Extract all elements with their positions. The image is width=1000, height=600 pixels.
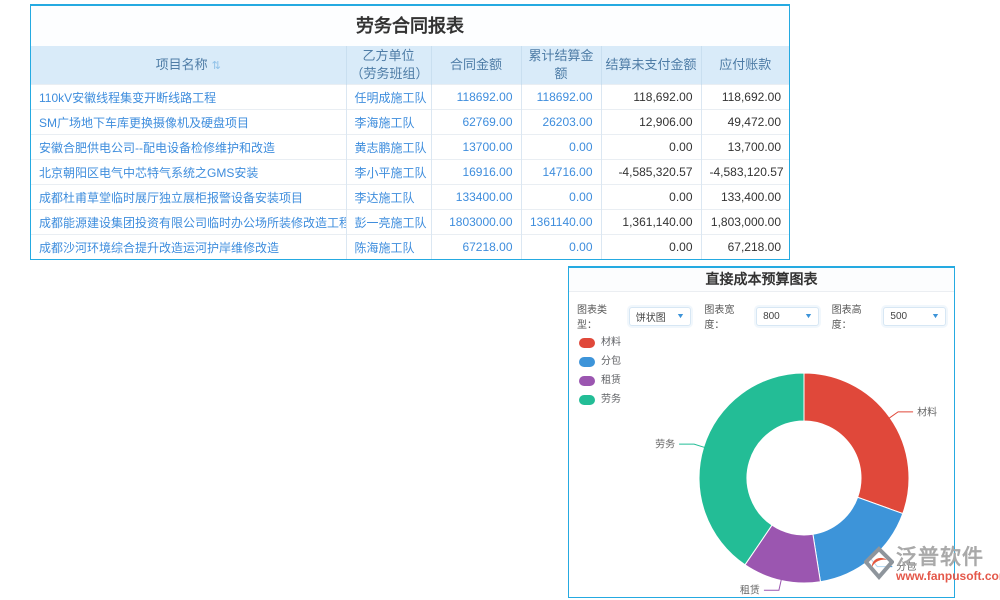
cell-settled: 0.00 (521, 235, 601, 260)
cell-unpaid: 0.00 (601, 185, 701, 210)
table-row: 北京朝阳区电气中芯特气系统之GMS安装李小平施工队16916.0014716.0… (31, 160, 789, 185)
pie-label-rental: 租赁 (740, 584, 760, 596)
cell-project[interactable]: 110kV安徽线程集变开断线路工程 (31, 85, 346, 110)
cell-settled: 0.00 (521, 135, 601, 160)
cell-unpaid: 1,361,140.00 (601, 210, 701, 235)
sort-icon[interactable]: ⇅ (212, 60, 221, 72)
cell-payable: 49,472.00 (701, 110, 789, 135)
legend-item-material[interactable]: 材料 (579, 338, 621, 348)
cell-unpaid: 118,692.00 (601, 85, 701, 110)
table-row: SM广场地下车库更换摄像机及硬盘项目李海施工队62769.0026203.001… (31, 110, 789, 135)
cell-unpaid: 0.00 (601, 235, 701, 260)
cell-settled: 118692.00 (521, 85, 601, 110)
report-header-row: 项目名称 ⇅ 乙方单位（劳务班组） 合同金额 累计结算金额 结算未支付金额 应付账… (31, 46, 789, 85)
cell-unit[interactable]: 李达施工队 (346, 185, 431, 210)
labor-contract-report-panel: 劳务合同报表 项目名称 ⇅ 乙方单位（劳务班组） 合同金额 累计结算金额 结算未支… (30, 4, 790, 260)
table-row: 成都能源建设集团投资有限公司临时办公场所装修改造工程EPC彭一亮施工队18030… (31, 210, 789, 235)
legend-label: 分包 (601, 357, 621, 367)
column-header-project-label: 项目名称 (156, 57, 208, 72)
column-header-project[interactable]: 项目名称 ⇅ (31, 46, 346, 85)
report-table: 项目名称 ⇅ 乙方单位（劳务班组） 合同金额 累计结算金额 结算未支付金额 应付账… (31, 46, 789, 259)
cell-project[interactable]: SM广场地下车库更换摄像机及硬盘项目 (31, 110, 346, 135)
cell-settled: 1361140.00 (521, 210, 601, 235)
cell-contract: 133400.00 (431, 185, 521, 210)
table-row: 安徽合肥供电公司--配电设备检修维护和改造黄志鹏施工队13700.000.000… (31, 135, 789, 160)
cell-contract: 62769.00 (431, 110, 521, 135)
cell-payable: 133,400.00 (701, 185, 789, 210)
watermark-url: www.fanpusoft.com (896, 570, 1000, 582)
table-row: 成都沙河环境综合提升改造运河护岸维修改造陈海施工队67218.000.000.0… (31, 235, 789, 260)
cell-payable: 118,692.00 (701, 85, 789, 110)
cell-unpaid: 0.00 (601, 135, 701, 160)
cell-settled: 14716.00 (521, 160, 601, 185)
table-row: 110kV安徽线程集变开断线路工程任明成施工队118692.00118692.0… (31, 85, 789, 110)
cell-contract: 16916.00 (431, 160, 521, 185)
cell-project[interactable]: 北京朝阳区电气中芯特气系统之GMS安装 (31, 160, 346, 185)
column-header-contract-amount: 合同金额 (431, 46, 521, 85)
fanpu-logo-icon (864, 546, 894, 587)
cell-unit[interactable]: 任明成施工队 (346, 85, 431, 110)
cell-project[interactable]: 安徽合肥供电公司--配电设备检修维护和改造 (31, 135, 346, 160)
legend-chip (579, 357, 595, 367)
cell-unit[interactable]: 陈海施工队 (346, 235, 431, 260)
cell-settled: 26203.00 (521, 110, 601, 135)
cell-payable: 1,803,000.00 (701, 210, 789, 235)
cell-contract: 67218.00 (431, 235, 521, 260)
pie-label-labor: 劳务 (655, 438, 675, 451)
pie-label-line (764, 579, 781, 590)
column-header-payable: 应付账款 (701, 46, 789, 85)
cell-payable: 13,700.00 (701, 135, 789, 160)
cell-settled: 0.00 (521, 185, 601, 210)
cell-unpaid: 12,906.00 (601, 110, 701, 135)
cell-project[interactable]: 成都杜甫草堂临时展厅独立展柜报警设备安装项目 (31, 185, 346, 210)
legend-item-subcontract[interactable]: 分包 (579, 357, 621, 367)
pie-label-line (889, 412, 913, 418)
legend-item-labor[interactable]: 劳务 (579, 395, 621, 405)
watermark: 泛普软件 www.fanpusoft.com (864, 546, 1000, 587)
legend-label: 租赁 (601, 376, 621, 386)
legend-label: 劳务 (601, 395, 621, 405)
cell-unit[interactable]: 李海施工队 (346, 110, 431, 135)
cell-payable: 67,218.00 (701, 235, 789, 260)
column-header-unpaid-amount: 结算未支付金额 (601, 46, 701, 85)
report-table-body: 110kV安徽线程集变开断线路工程任明成施工队118692.00118692.0… (31, 85, 789, 260)
cell-contract: 118692.00 (431, 85, 521, 110)
cell-project[interactable]: 成都沙河环境综合提升改造运河护岸维修改造 (31, 235, 346, 260)
legend-item-rental[interactable]: 租赁 (579, 376, 621, 386)
report-title: 劳务合同报表 (31, 6, 789, 46)
legend-chip (579, 338, 595, 348)
column-header-settled-amount: 累计结算金额 (521, 46, 601, 85)
pie-slice-material[interactable] (804, 373, 909, 514)
legend-chip (579, 395, 595, 405)
cell-payable: -4,583,120.57 (701, 160, 789, 185)
chart-legend: 材料分包租赁劳务 (579, 338, 621, 414)
legend-chip (579, 376, 595, 386)
cell-unpaid: -4,585,320.57 (601, 160, 701, 185)
cell-unit[interactable]: 李小平施工队 (346, 160, 431, 185)
cell-unit[interactable]: 彭一亮施工队 (346, 210, 431, 235)
cell-project[interactable]: 成都能源建设集团投资有限公司临时办公场所装修改造工程EPC (31, 210, 346, 235)
pie-label-line (679, 444, 705, 447)
watermark-brand: 泛普软件 (896, 546, 1000, 570)
cell-contract: 13700.00 (431, 135, 521, 160)
pie-label-material: 材料 (917, 405, 937, 418)
cell-contract: 1803000.00 (431, 210, 521, 235)
legend-label: 材料 (601, 338, 621, 348)
cell-unit[interactable]: 黄志鹏施工队 (346, 135, 431, 160)
column-header-unit: 乙方单位（劳务班组） (346, 46, 431, 85)
table-row: 成都杜甫草堂临时展厅独立展柜报警设备安装项目李达施工队133400.000.00… (31, 185, 789, 210)
